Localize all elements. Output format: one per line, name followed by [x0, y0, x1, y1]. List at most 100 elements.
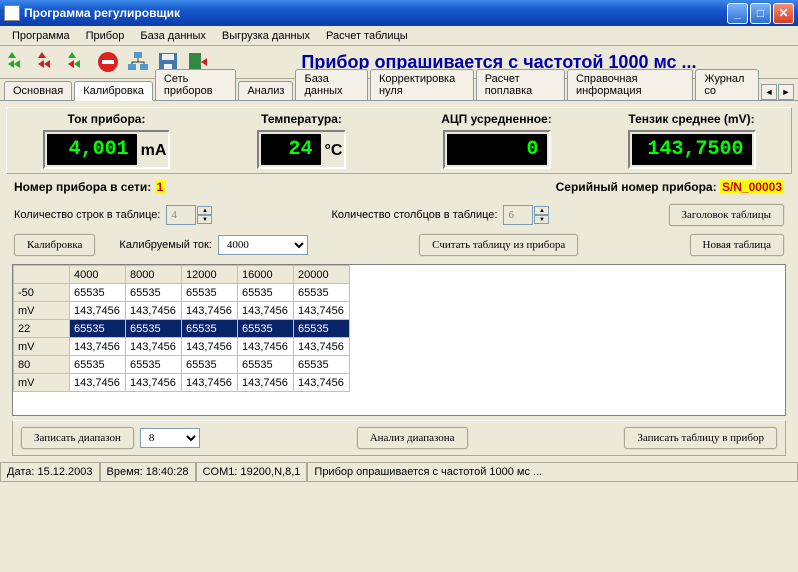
table-row[interactable]: mV143,7456143,7456143,7456143,7456143,74…: [14, 374, 350, 392]
table-cell[interactable]: 65535: [182, 284, 238, 302]
table-cell[interactable]: 65535: [294, 320, 350, 338]
data-table-wrap[interactable]: 40008000120001600020000 -506553565535655…: [12, 264, 786, 416]
table-cell[interactable]: 143,7456: [126, 338, 182, 356]
column-header[interactable]: 20000: [294, 266, 350, 284]
table-cell[interactable]: 65535: [126, 284, 182, 302]
table-row[interactable]: mV143,7456143,7456143,7456143,7456143,74…: [14, 302, 350, 320]
table-cell[interactable]: 143,7456: [182, 338, 238, 356]
table-cell[interactable]: 65535: [126, 356, 182, 374]
table-cell[interactable]: 143,7456: [126, 302, 182, 320]
row-header[interactable]: mV: [14, 374, 70, 392]
adc-label: АЦП усредненное:: [401, 112, 592, 126]
table-cell[interactable]: 143,7456: [294, 374, 350, 392]
minimize-button[interactable]: _: [727, 3, 748, 24]
recycle-green-icon[interactable]: [4, 48, 32, 76]
table-cell[interactable]: 65535: [238, 284, 294, 302]
tab-float[interactable]: Расчет поплавка: [476, 69, 565, 100]
current-label: Ток прибора:: [11, 112, 202, 126]
stop-icon[interactable]: [94, 48, 122, 76]
recycle-red-icon[interactable]: [34, 48, 62, 76]
table-row[interactable]: 806553565535655356553565535: [14, 356, 350, 374]
recycle-mix-icon[interactable]: [64, 48, 92, 76]
column-header[interactable]: 16000: [238, 266, 294, 284]
cols-down[interactable]: ▼: [534, 215, 549, 224]
tab-calibration[interactable]: Калибровка: [74, 81, 153, 101]
table-cell[interactable]: 143,7456: [238, 374, 294, 392]
new-table-button[interactable]: Новая таблица: [690, 234, 784, 256]
range-select[interactable]: 8: [140, 428, 200, 448]
column-header[interactable]: 12000: [182, 266, 238, 284]
status-date: Дата: 15.12.2003: [0, 463, 100, 482]
table-cell[interactable]: 65535: [70, 356, 126, 374]
table-cell[interactable]: 143,7456: [70, 302, 126, 320]
row-header[interactable]: mV: [14, 338, 70, 356]
rows-input[interactable]: [166, 205, 196, 225]
table-cell[interactable]: 143,7456: [70, 338, 126, 356]
table-cell[interactable]: 65535: [182, 356, 238, 374]
serial-label: Серийный номер прибора:: [556, 180, 717, 194]
tab-db[interactable]: База данных: [295, 69, 368, 100]
table-cell[interactable]: 65535: [182, 320, 238, 338]
table-cell[interactable]: 65535: [70, 320, 126, 338]
table-cell[interactable]: 143,7456: [294, 302, 350, 320]
cols-up[interactable]: ▲: [534, 206, 549, 215]
table-cell[interactable]: 65535: [294, 284, 350, 302]
tab-network[interactable]: Сеть приборов: [155, 69, 236, 100]
menu-export[interactable]: Выгрузка данных: [214, 28, 318, 44]
table-row[interactable]: mV143,7456143,7456143,7456143,7456143,74…: [14, 338, 350, 356]
tab-analysis[interactable]: Анализ: [238, 81, 293, 100]
table-cell[interactable]: 143,7456: [294, 338, 350, 356]
table-cell[interactable]: 143,7456: [182, 374, 238, 392]
calib-current-select[interactable]: 4000: [218, 235, 308, 255]
row-header[interactable]: 22: [14, 320, 70, 338]
table-cell[interactable]: 143,7456: [70, 374, 126, 392]
maximize-button[interactable]: □: [750, 3, 771, 24]
table-row[interactable]: 226553565535655356553565535: [14, 320, 350, 338]
menu-calc[interactable]: Расчет таблицы: [318, 28, 416, 44]
rows-up[interactable]: ▲: [197, 206, 212, 215]
tabstrip: Основная Калибровка Сеть приборов Анализ…: [0, 79, 798, 101]
status-msg: Прибор опрашивается с частотой 1000 мс .…: [307, 463, 798, 482]
temp-unit: °C: [325, 142, 343, 160]
header-table-button[interactable]: Заголовок таблицы: [669, 204, 785, 226]
column-header[interactable]: 4000: [70, 266, 126, 284]
status-time: Время: 18:40:28: [100, 463, 196, 482]
network-icon[interactable]: [124, 48, 152, 76]
tab-help[interactable]: Справочная информация: [567, 69, 693, 100]
menu-device[interactable]: Прибор: [78, 28, 133, 44]
device-num-label: Номер прибора в сети:: [14, 180, 151, 194]
write-range-button[interactable]: Записать диапазон: [21, 427, 134, 449]
menu-database[interactable]: База данных: [132, 28, 214, 44]
table-cell[interactable]: 143,7456: [238, 338, 294, 356]
analyze-button[interactable]: Анализ диапазона: [357, 427, 468, 449]
write-table-button[interactable]: Записать таблицу в прибор: [624, 427, 777, 449]
row-header[interactable]: 80: [14, 356, 70, 374]
table-cell[interactable]: 143,7456: [238, 302, 294, 320]
tab-main[interactable]: Основная: [4, 81, 72, 100]
row-header[interactable]: -50: [14, 284, 70, 302]
table-row[interactable]: -506553565535655356553565535: [14, 284, 350, 302]
tenzik-value: 143,7500: [632, 134, 752, 165]
menu-program[interactable]: Программа: [4, 28, 78, 44]
rows-label: Количество строк в таблице:: [14, 209, 160, 221]
tab-scroll-right[interactable]: ►: [778, 84, 794, 100]
calibration-button[interactable]: Калибровка: [14, 234, 95, 256]
rows-down[interactable]: ▼: [197, 215, 212, 224]
cols-input[interactable]: [503, 205, 533, 225]
tab-scroll-left[interactable]: ◄: [761, 84, 777, 100]
close-button[interactable]: ✕: [773, 3, 794, 24]
table-cell[interactable]: 143,7456: [126, 374, 182, 392]
table-cell[interactable]: 65535: [238, 320, 294, 338]
read-table-button[interactable]: Считать таблицу из прибора: [419, 234, 578, 256]
tab-zero[interactable]: Корректировка нуля: [370, 69, 474, 100]
table-cell[interactable]: 143,7456: [182, 302, 238, 320]
tab-log[interactable]: Журнал со: [695, 69, 759, 100]
table-cell[interactable]: 65535: [70, 284, 126, 302]
table-cell[interactable]: 65535: [238, 356, 294, 374]
display-panel: Ток прибора: 4,001mA Температура: 24°C А…: [6, 107, 792, 174]
table-cell[interactable]: 65535: [294, 356, 350, 374]
row-header[interactable]: mV: [14, 302, 70, 320]
table-cell[interactable]: 65535: [126, 320, 182, 338]
status-com: COM1: 19200,N,8,1: [196, 463, 308, 482]
column-header[interactable]: 8000: [126, 266, 182, 284]
